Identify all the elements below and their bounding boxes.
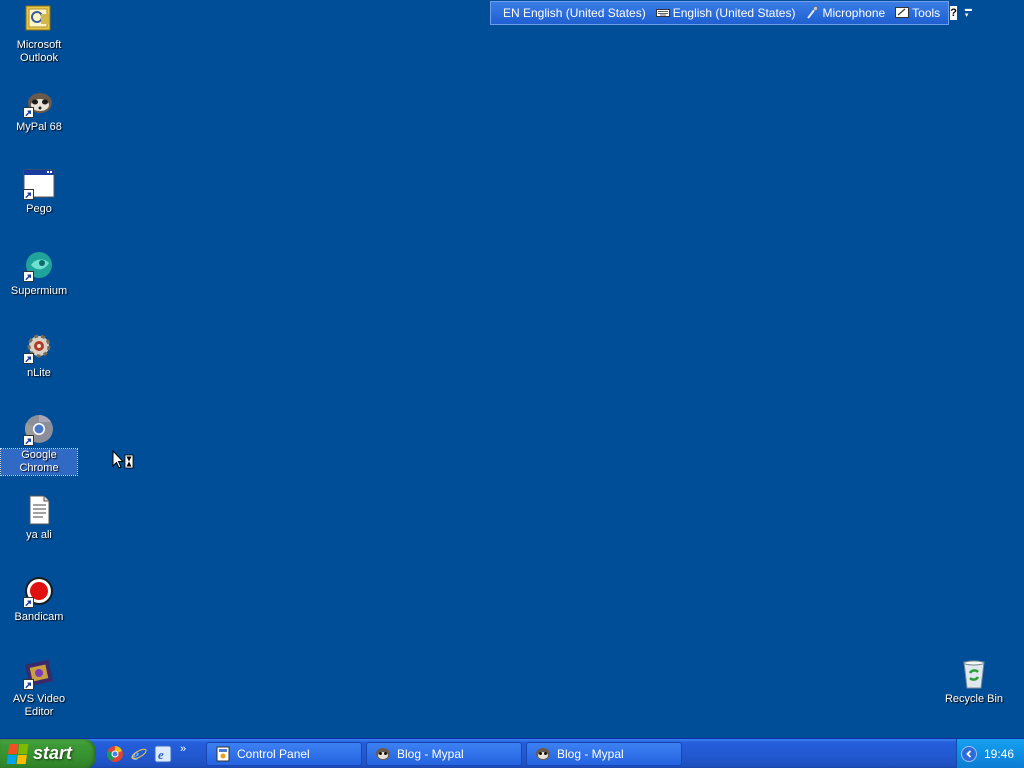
recycle-bin-icon — [958, 658, 990, 690]
desktop-icon-avs-video-editor[interactable]: AVS Video Editor — [1, 658, 77, 719]
language-selector[interactable]: EN English (United States) — [503, 6, 646, 20]
mypal-icon — [23, 86, 55, 118]
pego-window-icon — [23, 168, 55, 200]
taskbar-button-label: Control Panel — [237, 746, 310, 761]
taskbar-button-blog-mypal-2[interactable]: Blog - Mypal — [526, 741, 682, 766]
shortcut-arrow-icon — [23, 597, 34, 608]
windows-flag-icon — [6, 743, 30, 764]
desktop-icon-label: Supermium — [10, 285, 68, 297]
busy-cursor-icon — [112, 450, 134, 469]
help-icon[interactable]: ? — [950, 6, 957, 20]
system-tray: 19:46 — [956, 739, 1024, 768]
taskbar-button-blog-mypal[interactable]: Blog - Mypal — [366, 741, 522, 766]
shortcut-arrow-icon — [23, 271, 34, 282]
quick-launch-chrome-icon[interactable] — [106, 745, 124, 763]
desktop-icon-label: MyPal 68 — [16, 121, 62, 133]
shortcut-arrow-icon — [23, 353, 34, 364]
desktop-icon-label: ya ali — [26, 529, 52, 541]
desktop-icon-label: AVS Video Editor — [12, 693, 66, 718]
desktop-icon-microsoft-outlook[interactable]: Microsoft Outlook — [1, 4, 77, 65]
desktop-icon-supermium[interactable]: Supermium — [1, 250, 77, 298]
shortcut-arrow-icon — [23, 107, 34, 118]
tools-label: Tools — [912, 6, 941, 20]
shortcut-arrow-icon — [23, 679, 34, 690]
taskbar: start e e » Control Panel Blog - Mypal B… — [0, 738, 1024, 768]
show-hidden-icons-chevron-icon[interactable] — [961, 746, 977, 762]
microphone-label: Microphone — [822, 6, 886, 20]
shortcut-arrow-icon — [23, 435, 34, 446]
svg-text:e: e — [158, 747, 164, 762]
quick-launch-more-chevron[interactable]: » — [180, 743, 186, 755]
taskbar-button-control-panel[interactable]: Control Panel — [206, 741, 362, 766]
start-button[interactable]: start — [0, 738, 96, 768]
mypal-icon — [536, 747, 550, 760]
bandicam-record-icon — [23, 576, 55, 608]
desktop-icon-label: Recycle Bin — [944, 693, 1004, 705]
quick-launch-bar: e e » — [106, 743, 206, 763]
mypal-icon — [376, 747, 390, 760]
supermium-icon — [23, 250, 55, 282]
desktop-icon-label: Bandicam — [14, 611, 64, 623]
chrome-icon — [23, 414, 55, 446]
text-document-icon — [23, 494, 55, 526]
nlite-gear-icon — [23, 332, 55, 364]
desktop-icon-label: Microsoft Outlook — [16, 39, 62, 64]
desktop-icon-label: Google Chrome — [0, 448, 78, 476]
clock[interactable]: 19:46 — [984, 747, 1014, 761]
quick-launch-ie-update-icon[interactable]: e — [154, 745, 172, 763]
start-label: start — [33, 743, 73, 763]
outlook-icon — [23, 4, 55, 36]
language-bar: EN English (United States) English (Unit… — [490, 1, 972, 25]
keyboard-layout-selector[interactable]: English (United States) — [655, 6, 796, 20]
language-bar-options-icon[interactable]: ▬ ▾ — [965, 6, 972, 19]
microphone-icon — [807, 6, 819, 19]
desktop-icon-nlite[interactable]: nLite — [1, 332, 77, 380]
avs-film-icon — [23, 658, 55, 690]
quick-launch-internet-explorer-icon[interactable]: e — [130, 745, 148, 763]
shortcut-arrow-icon — [23, 189, 34, 200]
taskbar-button-label: Blog - Mypal — [557, 746, 624, 761]
microphone-button[interactable]: Microphone — [805, 6, 885, 20]
desktop-icon-ya-ali[interactable]: ya ali — [1, 494, 77, 542]
desktop-icon-recycle-bin[interactable]: Recycle Bin — [936, 658, 1012, 706]
desktop-icon-pego[interactable]: Pego — [1, 168, 77, 216]
keyboard-icon — [655, 9, 670, 17]
tools-menu[interactable]: Tools — [895, 6, 940, 20]
desktop-icon-bandicam[interactable]: Bandicam — [1, 576, 77, 624]
language-label: EN English (United States) — [503, 6, 646, 20]
keyboard-layout-label: English (United States) — [672, 6, 796, 20]
control-panel-icon — [216, 746, 230, 761]
tools-icon — [895, 7, 910, 18]
desktop-icon-mypal[interactable]: MyPal 68 — [1, 86, 77, 134]
desktop-icon-google-chrome[interactable]: Google Chrome — [0, 414, 78, 476]
taskbar-button-label: Blog - Mypal — [397, 746, 464, 761]
